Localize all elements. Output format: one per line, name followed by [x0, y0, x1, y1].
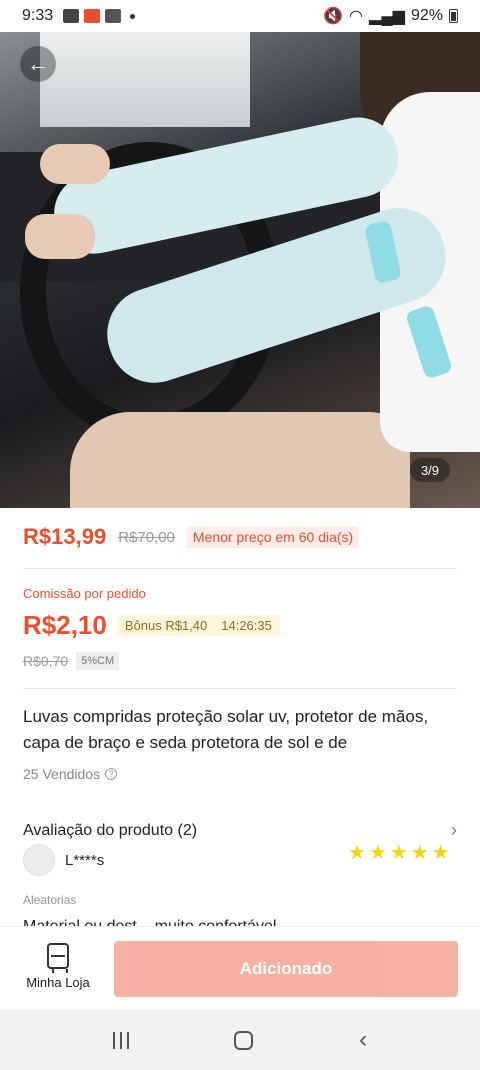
current-price: R$13,99 — [23, 524, 107, 549]
recent-apps-icon[interactable] — [112, 1031, 129, 1049]
hand-upper-image — [40, 144, 110, 184]
commission-sub-row: R$0,70 5%CM — [23, 652, 120, 670]
home-icon[interactable] — [234, 1030, 254, 1050]
price-row: R$13,99 R$70,00 Menor preço em 60 dia(s) — [23, 524, 360, 550]
divider — [23, 688, 457, 689]
lowest-price-badge: Menor preço em 60 dia(s) — [186, 526, 360, 548]
wifi-icon: ◠ — [349, 8, 364, 25]
my-shop-button[interactable]: Minha Loja — [22, 943, 94, 990]
signal-icon: ▂▄▆ — [369, 8, 405, 25]
product-title: Luvas compridas proteção solar uv, prote… — [23, 707, 429, 752]
chevron-right-icon: › — [451, 820, 457, 840]
status-bar: 9:33 🔇 ◠ ▂▄▆ 92% — [0, 0, 480, 32]
back-button[interactable]: ← — [20, 46, 56, 82]
back-nav-icon[interactable]: ‹ — [359, 1026, 367, 1054]
arrow-left-icon: ← — [27, 51, 49, 76]
question-icon[interactable]: ? — [105, 768, 118, 780]
star-icon: ★ — [348, 842, 366, 864]
product-image-carousel[interactable] — [0, 32, 480, 508]
battery-percent: 92% — [410, 7, 443, 24]
review-variation: Aleatorias — [23, 893, 77, 907]
reviewer: L****s — [23, 844, 104, 876]
my-shop-label: Minha Loja — [26, 975, 90, 990]
reviews-header[interactable]: Avaliação do produto (2) › — [23, 820, 457, 841]
commission-label: Comissão por pedido — [23, 586, 146, 601]
more-notifications-icon — [130, 13, 136, 19]
commission-value: R$2,10 — [23, 610, 107, 640]
image-counter: 3/9 — [410, 458, 450, 482]
bonus-timer: 14:26:35 — [221, 618, 272, 633]
reviews-title: Avaliação do produto (2) — [23, 821, 198, 839]
commission-row: R$2,10 Bônus R$1,40 14:26:35 — [23, 610, 280, 641]
rating-stars: ★ ★ ★ ★ ★ — [348, 843, 450, 863]
original-price: R$70,00 — [118, 528, 175, 546]
bonus-amount: Bônus R$1,40 — [124, 618, 208, 633]
star-icon: ★ — [431, 842, 450, 864]
shop-icon — [47, 943, 69, 973]
divider — [23, 568, 457, 569]
shopee-notification-icon — [84, 9, 101, 23]
hand-lower-image — [25, 214, 95, 259]
status-time: 9:33 — [22, 7, 54, 24]
sold-count: 25 Vendidos — [23, 766, 101, 782]
system-nav-bar: ‹ — [0, 1010, 480, 1070]
commission-old-value: R$0,70 — [23, 653, 69, 669]
added-button[interactable]: Adicionado — [114, 941, 458, 997]
car-window-image — [40, 32, 250, 127]
commission-rate-badge: 5%CM — [76, 652, 120, 670]
app-notification-icon — [105, 9, 122, 23]
reviewer-name: L****s — [65, 851, 105, 869]
status-right: 🔇 ◠ ▂▄▆ 92% — [323, 6, 458, 26]
star-icon: ★ — [389, 842, 408, 864]
star-icon: ★ — [368, 842, 387, 864]
avatar — [23, 844, 55, 876]
gallery-notification-icon — [63, 9, 80, 23]
leg-image — [70, 412, 410, 508]
action-bar: Minha Loja Adicionado — [0, 926, 480, 1010]
battery-icon — [449, 9, 458, 23]
bonus-badge: Bônus R$1,40 14:26:35 — [116, 615, 280, 636]
star-icon: ★ — [410, 842, 429, 864]
mute-icon: 🔇 — [323, 8, 344, 25]
sold-count-row: 25 Vendidos ? — [23, 766, 118, 782]
